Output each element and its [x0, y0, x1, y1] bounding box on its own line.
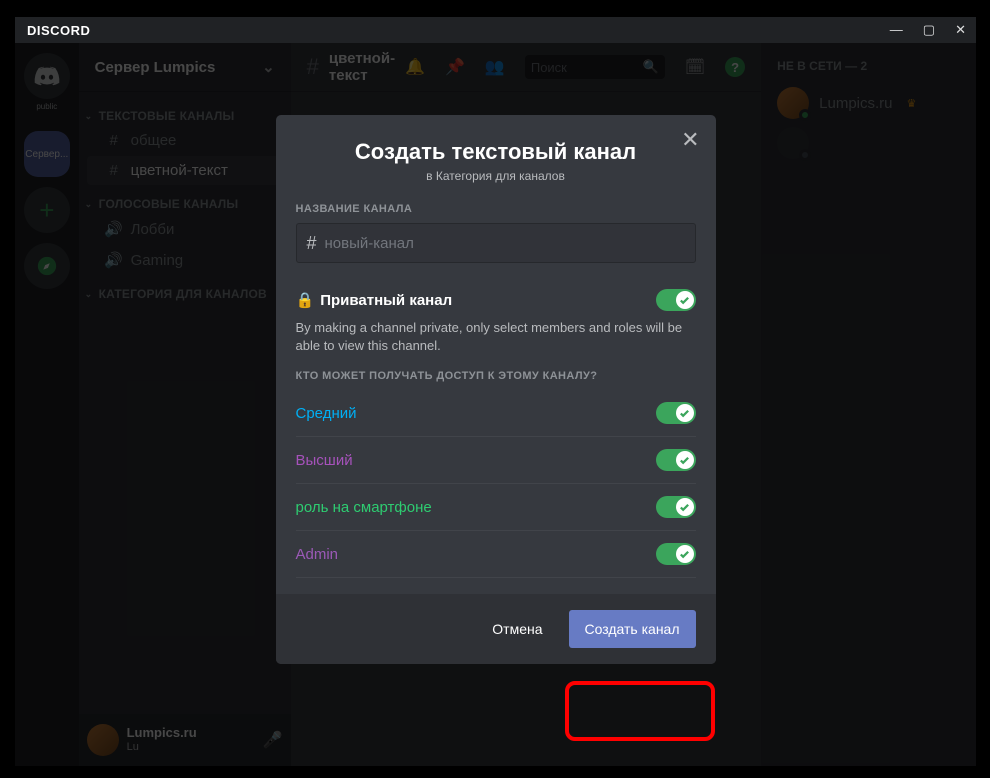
role-row: Высший	[296, 437, 696, 484]
bell-icon[interactable]: 🔔	[405, 57, 425, 77]
mic-icon[interactable]: 🎤	[263, 730, 283, 750]
avatar	[777, 87, 809, 119]
user-area: Lumpics.ru Lu 🎤	[79, 714, 291, 766]
window-close-icon[interactable]: ✕	[955, 22, 966, 38]
member-row[interactable]	[777, 123, 968, 163]
hash-icon: #	[105, 132, 123, 149]
pin-icon[interactable]: 📌	[445, 57, 465, 77]
add-server-button[interactable]: +	[24, 187, 70, 233]
chevron-down-icon: ⌄	[85, 111, 97, 122]
guild-list: public Сервер... +	[15, 43, 79, 766]
role-toggle[interactable]	[656, 496, 696, 518]
user-discriminator: Lu	[127, 741, 197, 754]
channel-title: цветной-текст	[329, 50, 395, 84]
username: Lumpics.ru	[127, 726, 197, 741]
role-toggle[interactable]	[656, 402, 696, 424]
status-online-icon	[799, 109, 811, 121]
create-channel-modal: ✕ Создать текстовый канал в Категория дл…	[276, 115, 716, 664]
app-brand: DISCORD	[27, 23, 90, 38]
channel-name-input[interactable]: # новый-канал	[296, 223, 696, 263]
role-row: Admin	[296, 531, 696, 578]
search-input[interactable]: Поиск 🔍	[525, 55, 665, 79]
avatar	[777, 127, 809, 159]
members-panel: НЕ В СЕТИ — 2 Lumpics.ru ♛	[761, 43, 976, 766]
explore-button[interactable]	[24, 243, 70, 289]
chevron-down-icon: ⌄	[262, 58, 275, 76]
create-channel-button[interactable]: Создать канал	[569, 610, 696, 648]
role-row: Средний	[296, 390, 696, 437]
server-header[interactable]: Сервер Lumpics ⌄	[79, 43, 291, 91]
lock-icon: 🔒	[296, 291, 315, 309]
access-label: КТО МОЖЕТ ПОЛУЧАТЬ ДОСТУП К ЭТОМУ КАНАЛУ…	[296, 370, 696, 382]
chevron-down-icon: ⌄	[85, 289, 97, 300]
home-button[interactable]: public	[24, 53, 70, 99]
role-toggle[interactable]	[656, 543, 696, 565]
private-channel-desc: By making a channel private, only select…	[296, 319, 696, 354]
members-offline-header: НЕ В СЕТИ — 2	[777, 59, 968, 73]
hash-icon: #	[307, 54, 319, 80]
window-maximize-icon[interactable]: ▢	[923, 22, 935, 38]
private-toggle[interactable]	[656, 289, 696, 311]
compass-icon	[36, 255, 58, 277]
role-name: Высший	[296, 452, 353, 469]
category-voice[interactable]: ⌄ГОЛОСОВЫЕ КАНАЛЫ	[79, 195, 291, 213]
private-channel-label: 🔒 Приватный канал	[296, 291, 453, 309]
home-label: public	[24, 102, 70, 111]
channel-item[interactable]: #общее	[87, 126, 283, 155]
discord-logo-icon	[34, 63, 60, 89]
speaker-icon: 🔊	[105, 251, 123, 269]
search-placeholder: Поиск	[531, 60, 637, 75]
channel-sidebar: Сервер Lumpics ⌄ ⌄ТЕКСТОВЫЕ КАНАЛЫ #обще…	[79, 43, 291, 766]
role-name: роль на смартфоне	[296, 499, 432, 516]
hash-icon: #	[307, 233, 317, 254]
close-icon[interactable]: ✕	[681, 129, 699, 151]
window-minimize-icon[interactable]: —	[890, 22, 903, 38]
role-name: Admin	[296, 546, 339, 563]
guild-selected[interactable]: Сервер...	[24, 131, 70, 177]
voice-channel-item[interactable]: 🔊Gaming	[87, 245, 283, 275]
member-row[interactable]: Lumpics.ru ♛	[777, 83, 968, 123]
speaker-icon: 🔊	[105, 220, 123, 238]
avatar[interactable]	[87, 724, 119, 756]
modal-title: Создать текстовый канал	[296, 139, 696, 165]
channel-name-label: НАЗВАНИЕ КАНАЛА	[296, 203, 696, 215]
role-name: Средний	[296, 405, 357, 422]
cancel-button[interactable]: Отмена	[476, 610, 558, 648]
chevron-down-icon: ⌄	[85, 199, 97, 210]
role-toggle[interactable]	[656, 449, 696, 471]
category-text[interactable]: ⌄ТЕКСТОВЫЕ КАНАЛЫ	[79, 107, 291, 125]
channel-item-selected[interactable]: #цветной-текст	[87, 156, 283, 185]
members-icon[interactable]: 👥	[485, 57, 505, 77]
status-offline-icon	[799, 149, 811, 161]
role-row: роль на смартфоне	[296, 484, 696, 531]
crown-icon: ♛	[907, 97, 917, 110]
search-icon: 🔍	[643, 59, 659, 75]
help-icon[interactable]: ?	[725, 57, 745, 77]
titlebar: DISCORD — ▢ ✕	[15, 17, 976, 43]
channel-header: # цветной-текст 🔔 📌 👥 Поиск 🔍 🗓 ?	[291, 43, 762, 91]
inbox-icon[interactable]: 🗓	[685, 57, 705, 77]
server-name: Сервер Lumpics	[95, 59, 216, 76]
category-custom[interactable]: ⌄КАТЕГОРИЯ ДЛЯ КАНАЛОВ	[79, 285, 291, 303]
modal-subtitle: в Категория для каналов	[296, 169, 696, 183]
channel-name-placeholder: новый-канал	[325, 235, 414, 252]
voice-channel-item[interactable]: 🔊Лобби	[87, 214, 283, 244]
member-name: Lumpics.ru	[819, 95, 892, 112]
hash-icon: #	[105, 162, 123, 179]
